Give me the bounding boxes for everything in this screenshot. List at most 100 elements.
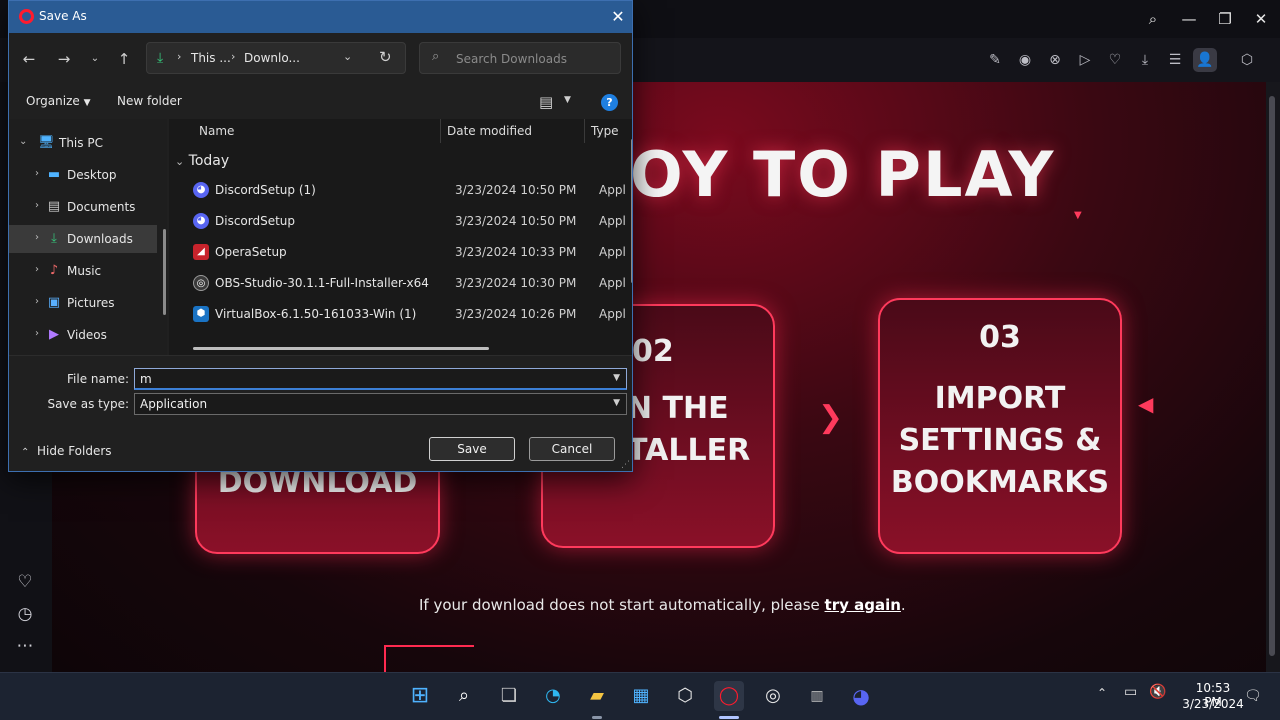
- back-arrow-icon[interactable]: ←: [19, 49, 39, 69]
- file-explorer-icon[interactable]: ▰: [582, 681, 612, 711]
- hero-title: OY TO PLAY: [630, 138, 1056, 211]
- address-part-this-pc[interactable]: This ...: [191, 51, 231, 65]
- opera-icon[interactable]: ◯: [714, 681, 744, 711]
- tree-item-music[interactable]: › ♪ Music: [9, 257, 157, 285]
- file-list-scrollbar[interactable]: [631, 139, 632, 283]
- chevron-right-icon[interactable]: ›: [35, 168, 39, 179]
- chevron-right-icon[interactable]: ›: [35, 264, 39, 275]
- close-icon[interactable]: ✕: [607, 6, 629, 28]
- heart-icon[interactable]: ♡: [13, 570, 37, 594]
- camera-icon[interactable]: ◉: [1015, 50, 1035, 70]
- chevron-right-icon[interactable]: ›: [35, 200, 39, 211]
- volume-icon[interactable]: 🔇: [1149, 684, 1166, 700]
- file-name-value[interactable]: m: [140, 372, 152, 386]
- menu-icon[interactable]: ☰: [1165, 50, 1185, 70]
- command-bar: Organize ▼ New folder ▤ ▼ ?: [9, 85, 632, 119]
- help-icon[interactable]: ?: [601, 94, 618, 111]
- hide-folders-button[interactable]: ⌃ Hide Folders: [21, 444, 112, 458]
- save-type-select[interactable]: Application ▼: [134, 393, 627, 415]
- new-folder-button[interactable]: New folder: [117, 94, 182, 108]
- file-type: Appl: [599, 183, 626, 197]
- app-icon[interactable]: ▥: [802, 681, 832, 711]
- try-again-link[interactable]: try again: [825, 596, 901, 614]
- discord-icon[interactable]: ◕: [846, 681, 876, 711]
- file-row[interactable]: ◕ DiscordSetup 3/23/2024 10:50 PM Appl: [175, 207, 626, 235]
- notification-icon[interactable]: 🗨: [1244, 688, 1262, 704]
- refresh-icon[interactable]: ↻: [379, 48, 392, 66]
- box-icon[interactable]: ⬡: [1237, 50, 1257, 70]
- search-input[interactable]: [456, 50, 616, 68]
- search-box[interactable]: ⌕: [419, 42, 621, 74]
- file-row[interactable]: ◎ OBS-Studio-30.1.1-Full-Installer-x64 3…: [175, 269, 626, 297]
- tree-item-downloads[interactable]: › ⤓ Downloads: [9, 225, 157, 253]
- column-header-type[interactable]: Type: [591, 124, 619, 138]
- history-icon[interactable]: ◷: [13, 602, 37, 626]
- virtualbox-icon[interactable]: ⬡: [670, 681, 700, 711]
- chevron-right-icon[interactable]: ›: [35, 328, 39, 339]
- block-icon[interactable]: ⊗: [1045, 50, 1065, 70]
- save-button[interactable]: Save: [429, 437, 515, 461]
- chevron-right-icon[interactable]: ›: [35, 232, 39, 243]
- edit-icon[interactable]: ✎: [985, 50, 1005, 70]
- decorative-frame: [384, 645, 474, 672]
- chevron-down-icon[interactable]: ⌄: [85, 49, 105, 69]
- file-row[interactable]: ◕ DiscordSetup (1) 3/23/2024 10:50 PM Ap…: [175, 176, 626, 204]
- organize-button[interactable]: Organize ▼: [26, 94, 91, 108]
- chevron-right-icon[interactable]: ›: [35, 296, 39, 307]
- minimize-button[interactable]: —: [1178, 8, 1200, 30]
- chevron-down-icon[interactable]: ▼: [613, 373, 620, 383]
- tree-scrollbar[interactable]: [163, 229, 166, 315]
- group-header-today[interactable]: ⌄ Today: [175, 153, 229, 169]
- file-name-field[interactable]: m ▼: [134, 368, 627, 390]
- discord-icon: ◕: [193, 213, 209, 229]
- edge-icon[interactable]: ◔: [538, 681, 568, 711]
- cancel-button[interactable]: Cancel: [529, 437, 615, 461]
- tree-item-desktop[interactable]: › ▬ Desktop: [9, 161, 157, 189]
- restore-button[interactable]: ❐: [1214, 8, 1236, 30]
- address-bar[interactable]: ⤓ › This ... › Downlo... ⌄ ↻: [146, 42, 406, 74]
- column-divider[interactable]: [440, 119, 441, 143]
- file-row[interactable]: ◢ OperaSetup 3/23/2024 10:33 PM Appl: [175, 238, 626, 266]
- search-icon[interactable]: ⌕: [449, 681, 479, 711]
- chevron-down-icon[interactable]: ▼: [564, 95, 571, 105]
- address-part-downloads[interactable]: Downlo...: [244, 51, 300, 65]
- column-header-date[interactable]: Date modified: [447, 124, 532, 138]
- clock-date[interactable]: 3/23/2024: [1176, 697, 1250, 711]
- file-list-hscrollbar[interactable]: [193, 347, 489, 350]
- tree-item-videos[interactable]: › ▶ Videos: [9, 321, 157, 349]
- more-icon[interactable]: ⋯: [13, 634, 37, 658]
- profile-icon[interactable]: 👤: [1193, 48, 1217, 72]
- page-scroll-thumb[interactable]: [1269, 96, 1275, 656]
- close-button[interactable]: ✕: [1250, 8, 1272, 30]
- tree-item-label: Documents: [67, 200, 136, 214]
- up-arrow-icon[interactable]: ↑: [114, 49, 134, 69]
- tree-item-pictures[interactable]: › ▣ Pictures: [9, 289, 157, 317]
- chevron-down-icon[interactable]: ▼: [613, 398, 620, 408]
- task-view-icon[interactable]: ❏: [494, 681, 524, 711]
- file-row[interactable]: ⬢ VirtualBox-6.1.50-161033-Win (1) 3/23/…: [175, 300, 626, 328]
- network-icon[interactable]: ▭: [1124, 684, 1137, 700]
- tree-item-this-pc[interactable]: ⌄ 🖥 This PC: [9, 129, 157, 157]
- store-icon[interactable]: ▦: [626, 681, 656, 711]
- triangle-down-icon: ▼: [1074, 210, 1082, 221]
- chevron-down-icon[interactable]: ⌄: [19, 136, 27, 147]
- download-icon[interactable]: ⤓: [1135, 50, 1155, 70]
- dialog-titlebar[interactable]: Save As ✕: [9, 1, 632, 33]
- search-icon[interactable]: ⌕: [1142, 8, 1164, 30]
- resize-grip-icon[interactable]: ⋰: [621, 460, 630, 470]
- windows-start-icon[interactable]: ⊞: [405, 681, 435, 711]
- running-indicator: [592, 716, 602, 719]
- tree-item-label: Pictures: [67, 296, 115, 310]
- column-header-name[interactable]: Name: [199, 124, 234, 138]
- column-divider[interactable]: [584, 119, 585, 143]
- videos-icon: ▶: [49, 327, 59, 342]
- obs-icon[interactable]: ◎: [758, 681, 788, 711]
- forward-arrow-icon[interactable]: →: [54, 49, 74, 69]
- heart-icon[interactable]: ♡: [1105, 50, 1125, 70]
- view-options-icon[interactable]: ▤: [539, 93, 553, 111]
- tree-item-documents[interactable]: › ▤ Documents: [9, 193, 157, 221]
- chevron-down-icon[interactable]: ⌄: [343, 50, 352, 63]
- play-icon[interactable]: ▷: [1075, 50, 1095, 70]
- chevron-up-icon[interactable]: ⌃: [1097, 686, 1107, 700]
- tree-item-label: This PC: [59, 136, 103, 150]
